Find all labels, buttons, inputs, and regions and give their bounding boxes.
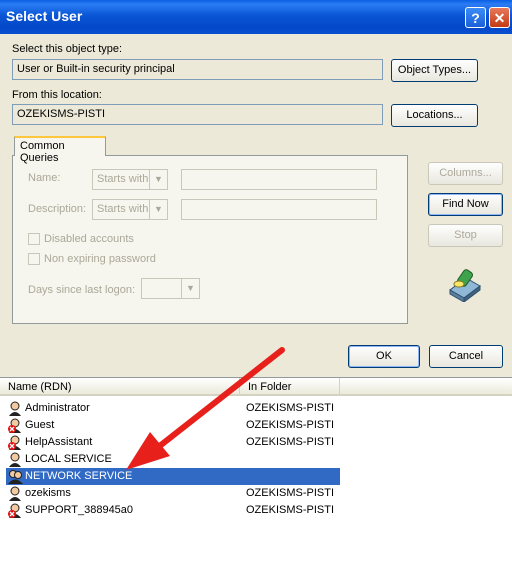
row-name: SUPPORT_388945a0 [25, 504, 134, 516]
ok-button[interactable]: OK [348, 345, 420, 368]
non-expiring-password-label: Non expiring password [44, 253, 156, 265]
chevron-down-icon: ▼ [149, 200, 167, 219]
description-input[interactable] [181, 199, 377, 220]
user-icon [8, 486, 23, 501]
table-row[interactable]: LOCAL SERVICE [6, 451, 340, 468]
user-icon [8, 401, 23, 416]
name-input[interactable] [181, 169, 377, 190]
table-row[interactable]: Guest OZEKISMS-PISTI [6, 417, 340, 434]
non-expiring-password-checkbox[interactable] [28, 253, 40, 265]
description-match-value: Starts with [97, 203, 149, 215]
tab-common-queries[interactable]: Common Queries [14, 136, 106, 164]
row-name: Guest [25, 419, 55, 431]
find-now-button[interactable]: Find Now [428, 193, 503, 216]
columns-button[interactable]: Columns... [428, 162, 503, 185]
table-row[interactable]: SUPPORT_388945a0 OZEKISMS-PISTI [6, 502, 340, 519]
row-folder: OZEKISMS-PISTI [246, 487, 335, 499]
chevron-down-icon: ▼ [181, 279, 199, 298]
search-results-list[interactable]: Name (RDN) In Folder Administrator OZEKI… [0, 377, 512, 587]
name-match-value: Starts with [97, 173, 149, 185]
table-row[interactable]: ozekisms OZEKISMS-PISTI [6, 485, 340, 502]
table-row[interactable]: Administrator OZEKISMS-PISTI [6, 400, 340, 417]
chevron-down-icon: ▼ [149, 170, 167, 189]
stop-button[interactable]: Stop [428, 224, 503, 247]
days-since-logon-combo[interactable]: ▼ [141, 278, 200, 299]
name-label: Name: [28, 172, 61, 184]
row-folder: OZEKISMS-PISTI [246, 402, 335, 414]
disabled-accounts-label: Disabled accounts [44, 233, 134, 245]
description-match-combo[interactable]: Starts with ▼ [92, 199, 168, 220]
common-queries-panel: Name: Starts with ▼ Description: Starts … [12, 155, 408, 324]
select-user-dialog: Select User ? ✕ Select this object type:… [0, 0, 512, 587]
disabled-user-icon [8, 435, 23, 450]
disabled-user-icon [8, 418, 23, 433]
description-label: Description: [28, 203, 87, 215]
search-flashlight-icon [449, 269, 481, 302]
close-button[interactable]: ✕ [489, 7, 510, 28]
location-field: OZEKISMS-PISTI [12, 104, 383, 125]
row-name: NETWORK SERVICE [25, 470, 133, 482]
row-name: LOCAL SERVICE [25, 453, 112, 465]
row-folder: OZEKISMS-PISTI [246, 419, 335, 431]
object-type-field: User or Built-in security principal [12, 59, 383, 80]
location-label: From this location: [12, 89, 102, 101]
row-name: ozekisms [25, 487, 71, 499]
help-button[interactable]: ? [465, 7, 486, 28]
locations-button[interactable]: Locations... [391, 104, 478, 127]
days-since-logon-label: Days since last logon: [28, 284, 135, 296]
column-header-folder[interactable]: In Folder [240, 378, 340, 396]
user-icon [8, 452, 23, 467]
object-type-label: Select this object type: [12, 43, 123, 55]
disabled-accounts-checkbox[interactable] [28, 233, 40, 245]
object-types-button[interactable]: Object Types... [391, 59, 478, 82]
cancel-button[interactable]: Cancel [429, 345, 503, 368]
name-match-combo[interactable]: Starts with ▼ [92, 169, 168, 190]
row-folder: OZEKISMS-PISTI [246, 436, 335, 448]
column-header-filler [340, 378, 512, 396]
group-icon [8, 469, 23, 484]
table-row-selected[interactable]: NETWORK SERVICE [6, 468, 340, 485]
disabled-user-icon [8, 503, 23, 518]
title-bar[interactable]: Select User ? ✕ [0, 0, 512, 34]
row-folder: OZEKISMS-PISTI [246, 504, 335, 516]
table-row[interactable]: HelpAssistant OZEKISMS-PISTI [6, 434, 340, 451]
column-header-name[interactable]: Name (RDN) [0, 378, 240, 396]
row-name: Administrator [25, 402, 90, 414]
row-name: HelpAssistant [25, 436, 93, 448]
window-title: Select User [6, 8, 83, 24]
